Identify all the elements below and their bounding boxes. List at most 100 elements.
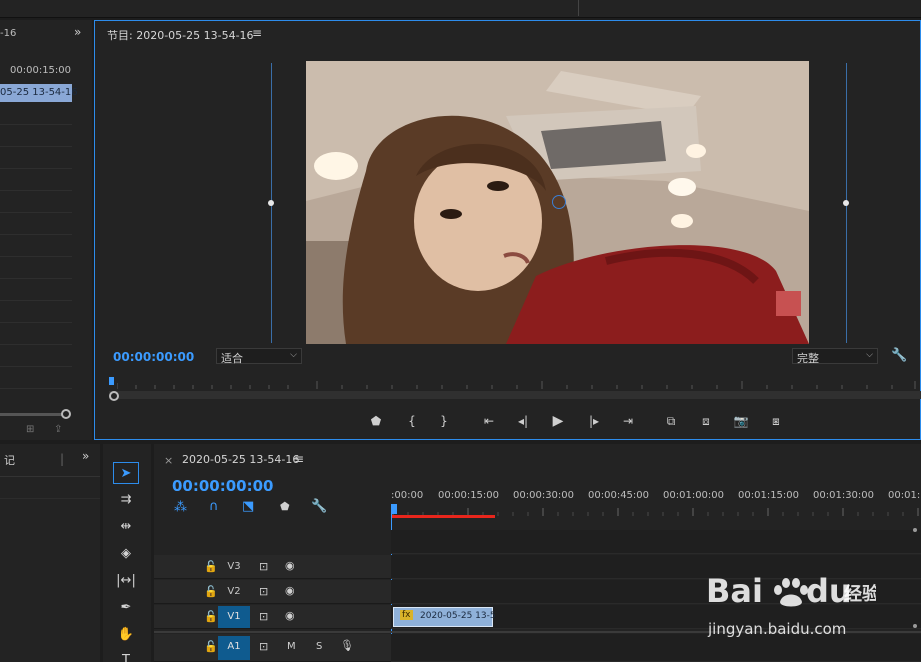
divider <box>0 146 72 147</box>
program-monitor: 节目: 2020-05-25 13-54-16 ≡ 00:00:00:00 适合… <box>94 20 921 440</box>
zoom-scrollbar-handle[interactable] <box>109 391 119 401</box>
lock-icon[interactable]: 🔓 <box>204 610 218 623</box>
playhead-marker[interactable] <box>391 504 397 514</box>
extract-icon[interactable]: ⧈ <box>695 412 717 430</box>
lock-icon[interactable]: 🔓 <box>204 560 218 573</box>
divider <box>0 388 72 389</box>
divider <box>0 256 72 257</box>
svg-text:经验: 经验 <box>844 583 876 605</box>
slip-icon[interactable]: |↔| <box>113 570 139 592</box>
video-clip[interactable]: fx 2020-05-25 13-5 <box>393 607 496 627</box>
camera-icon[interactable]: 📷 <box>730 412 752 430</box>
eye-icon[interactable]: ◉ <box>285 584 295 597</box>
zoom-slider-handle[interactable] <box>61 409 71 419</box>
marker-icon[interactable]: ⬟ <box>365 412 387 430</box>
menu-icon[interactable]: ≡ <box>294 452 304 466</box>
selection-tool-icon[interactable]: ➤ <box>113 462 139 484</box>
quality-select-value: 完整 <box>797 352 819 365</box>
divider <box>0 124 72 125</box>
divider <box>0 344 72 345</box>
expand-icon[interactable]: » <box>74 25 81 39</box>
step-back-icon[interactable]: ◂| <box>512 412 534 430</box>
render-bar <box>392 515 495 518</box>
expand-icon[interactable]: » <box>82 449 89 463</box>
film-icon[interactable]: ⊡ <box>259 585 268 598</box>
film-icon[interactable]: ⊡ <box>259 560 268 573</box>
menu-icon[interactable]: ≡ <box>252 26 262 40</box>
magnet-icon[interactable]: ∩ <box>209 499 219 514</box>
track-toggle-v3[interactable]: V3 <box>218 556 250 578</box>
in-point-icon[interactable]: { <box>401 412 423 430</box>
zoom-slider-track[interactable] <box>0 413 66 416</box>
tools-panel: ➤ ⇉ ⇹ ◈ |↔| ✒ ✋ T <box>103 444 151 662</box>
go-to-out-icon[interactable]: ⇥ <box>617 412 639 430</box>
step-forward-icon[interactable]: |▸ <box>583 412 605 430</box>
sequence-tab[interactable]: 2020-05-25 13-54-16 <box>182 453 299 466</box>
new-item-icon[interactable]: ⊞ <box>26 424 34 435</box>
fit-select-value: 适合 <box>221 352 243 365</box>
solo-button[interactable]: S <box>316 641 322 652</box>
snap-icon[interactable]: ⁂ <box>174 500 187 515</box>
wrench-icon[interactable]: 🔧 <box>311 499 327 514</box>
ruler-label: 00:00:30:00 <box>513 490 575 501</box>
marker-icon[interactable]: ⬟ <box>280 500 290 513</box>
scroll-handle[interactable] <box>913 624 917 628</box>
out-point-icon[interactable]: } <box>433 412 455 430</box>
zoom-scrollbar[interactable] <box>109 391 921 399</box>
lift-icon[interactable]: ⧉ <box>660 412 682 430</box>
film-icon[interactable]: ⊡ <box>259 610 268 623</box>
eye-icon[interactable]: ◉ <box>285 609 295 622</box>
monitor-timecode[interactable]: 00:00:00:00 <box>113 350 194 364</box>
clip-item[interactable]: 05-25 13-54-16 <box>0 84 78 102</box>
ruler-label: :00:00 <box>391 490 424 501</box>
folder-icon[interactable]: ⇪ <box>54 424 62 435</box>
linked-icon[interactable]: ⬔ <box>242 499 254 514</box>
divider <box>0 234 72 235</box>
eye-icon[interactable]: ◉ <box>285 559 295 572</box>
ripple-edit-icon[interactable]: ⇹ <box>113 516 139 538</box>
watermark-url: jingyan.baidu.com <box>708 620 847 638</box>
quality-select[interactable]: 完整 ⌵ <box>792 348 878 365</box>
playhead-marker[interactable] <box>109 377 114 385</box>
mic-icon[interactable]: 🎙 <box>340 639 354 652</box>
mute-button[interactable]: M <box>287 641 296 652</box>
chevron-down-icon: ⌵ <box>290 350 297 360</box>
time-ruler[interactable]: :00:00 00:00:15:00 00:00:30:00 00:00:45:… <box>391 488 921 518</box>
fx-badge: fx <box>400 610 413 620</box>
type-icon[interactable]: T <box>113 650 139 662</box>
anchor-point-icon[interactable] <box>552 195 566 209</box>
crop-handle-left[interactable] <box>268 200 274 206</box>
compare-icon[interactable]: ⧆ <box>765 412 787 430</box>
close-icon[interactable]: × <box>164 454 173 467</box>
vertical-scrollbar[interactable] <box>913 524 917 662</box>
divider <box>0 322 72 323</box>
divider: | <box>60 452 65 466</box>
film-icon[interactable]: ⊡ <box>259 640 268 653</box>
scroll-handle[interactable] <box>913 528 917 532</box>
divider <box>578 0 579 16</box>
crop-handle-right[interactable] <box>843 200 849 206</box>
baidu-logo: Bai du 经验 <box>706 572 876 610</box>
play-icon[interactable]: ▶ <box>547 412 569 430</box>
clip-item-label: 05-25 13-54-16 <box>0 87 78 98</box>
fit-select[interactable]: 适合 ⌵ <box>216 348 302 365</box>
track-header-v1: 🔓 V1 ⊡ ◉ <box>154 605 391 629</box>
track-toggle-a1[interactable]: A1 <box>218 636 250 660</box>
pen-icon[interactable]: ✒ <box>113 597 139 619</box>
lock-icon[interactable]: 🔓 <box>204 640 218 653</box>
track-toggle-v1[interactable]: V1 <box>218 606 250 628</box>
wrench-icon[interactable]: 🔧 <box>891 348 907 363</box>
timeline-timecode[interactable]: 00:00:00:00 <box>172 477 274 495</box>
clip-label: 2020-05-25 13-5 <box>420 611 496 621</box>
razor-icon[interactable]: ◈ <box>113 543 139 565</box>
divider <box>0 168 72 169</box>
ruler-label: 00:01: <box>888 490 921 501</box>
project-panel: -16 » 00:00:15:00 05-25 13-54-16 ⊞ ⇪ <box>0 20 92 440</box>
track-select-icon[interactable]: ⇉ <box>113 489 139 511</box>
go-to-in-icon[interactable]: ⇤ <box>478 412 500 430</box>
divider <box>0 278 72 279</box>
divider <box>0 190 72 191</box>
track-toggle-v2[interactable]: V2 <box>218 581 250 603</box>
hand-icon[interactable]: ✋ <box>113 624 139 646</box>
lock-icon[interactable]: 🔓 <box>204 585 218 598</box>
